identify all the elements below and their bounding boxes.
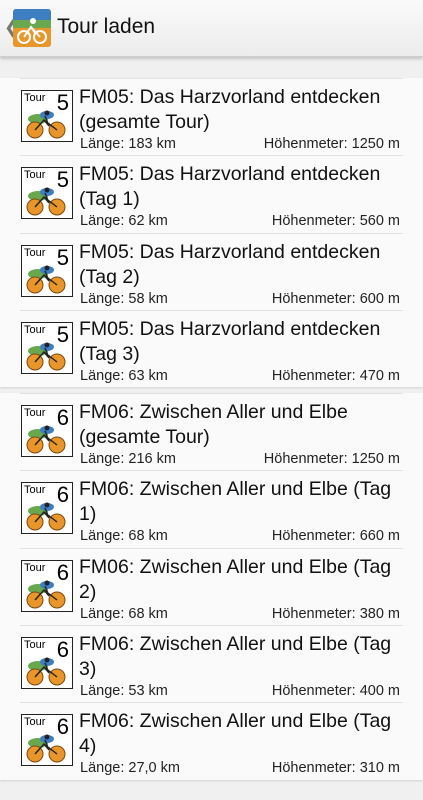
tour-badge: Tour 6: [21, 559, 73, 612]
cyclist-icon: [26, 425, 66, 454]
tour-length: Länge: 68 km: [80, 605, 168, 622]
tour-badge-label: Tour: [24, 484, 46, 497]
tour-list-item[interactable]: Tour 6 FM06: Zwischen Aller und Elbe (Tag …: [20, 625, 403, 702]
tour-badge-label: Tour: [24, 407, 46, 420]
tour-badge: Tour 5: [21, 167, 73, 220]
tour-title: FM05: Das Harzvorland entdecken (Tag 3): [79, 317, 381, 365]
tour-length: Länge: 63 km: [80, 367, 168, 384]
tour-elevation: Höhenmeter: 310 m: [271, 760, 400, 777]
tour-title: FM06: Zwischen Aller und Elbe (Tag 2): [79, 555, 392, 603]
tour-list: Tour 5 FM05: Das Harzvorland entdecken (ge…: [0, 72, 423, 786]
tour-title: FM06: Zwischen Aller und Elbe (Tag 3): [79, 633, 392, 681]
tour-badge: Tour 6: [21, 405, 73, 458]
tour-list-item[interactable]: Tour 6 FM06: Zwischen Aller und Elbe (Tag …: [20, 547, 403, 625]
tour-list-item[interactable]: Tour 5 FM05: Das Harzvorland entdecken (Ta…: [20, 155, 403, 232]
cyclist-app-icon[interactable]: [13, 9, 51, 47]
tour-elevation: Höhenmeter: 1250 m: [263, 136, 400, 152]
tour-list-item[interactable]: Tour 5 FM05: Das Harzvorland entdecken (Ta…: [20, 309, 403, 387]
tour-badge-label: Tour: [24, 716, 46, 729]
tour-badge-label: Tour: [24, 323, 46, 336]
cyclist-icon: [26, 734, 66, 763]
tour-length: Länge: 27,0 km: [80, 760, 180, 777]
tour-title: FM06: Zwischen Aller und Elbe (Tag 1): [79, 478, 392, 526]
tour-badge-label: Tour: [24, 92, 46, 104]
tour-title: FM05: Das Harzvorland entdecken (Tag 2): [79, 240, 381, 288]
tour-length: Länge: 53 km: [80, 683, 168, 700]
tour-list-item[interactable]: Tour 5 FM05: Das Harzvorland entdecken (Ta…: [20, 232, 403, 310]
cyclist-icon: [26, 110, 66, 139]
cyclist-icon: [26, 657, 66, 686]
page-title: Tour laden: [57, 15, 156, 38]
tour-elevation: Höhenmeter: 1250 m: [263, 451, 400, 468]
cyclist-icon: [26, 580, 66, 609]
tour-length: Länge: 183 km: [80, 136, 176, 152]
tour-badge: Tour 5: [21, 90, 73, 142]
tour-badge-label: Tour: [24, 169, 46, 182]
tour-list-item[interactable]: Tour 6 FM06: Zwischen Aller und Elbe (Tag …: [20, 470, 403, 547]
tour-badge: Tour 6: [21, 714, 73, 767]
tour-group: Tour 5 FM05: Das Harzvorland entdecken (ge…: [0, 78, 423, 388]
tour-elevation: Höhenmeter: 660 m: [271, 528, 400, 545]
tour-list-item[interactable]: Tour 6 FM06: Zwischen Aller und Elbe (Tag …: [20, 702, 403, 779]
tour-badge-label: Tour: [24, 561, 46, 574]
tour-length: Länge: 216 km: [80, 451, 176, 468]
tour-group: Tour 6 FM06: Zwischen Aller und Elbe (gesa…: [0, 393, 423, 780]
tour-badge: Tour 6: [21, 637, 73, 690]
cyclist-icon: [26, 265, 66, 294]
tour-elevation: Höhenmeter: 400 m: [271, 683, 400, 700]
tour-title: FM05: Das Harzvorland entdecken (gesamte…: [79, 86, 381, 133]
action-bar: ❮ Tour laden: [0, 0, 423, 57]
cyclist-icon: [26, 502, 66, 531]
tour-badge-label: Tour: [24, 246, 46, 259]
tour-badge: Tour 6: [21, 482, 73, 535]
tour-list-item[interactable]: Tour 6 FM06: Zwischen Aller und Elbe (gesa…: [20, 393, 403, 470]
cyclist-icon: [26, 187, 66, 216]
tour-length: Länge: 68 km: [80, 528, 168, 545]
tour-elevation: Höhenmeter: 600 m: [271, 290, 400, 307]
tour-length: Länge: 58 km: [80, 290, 168, 307]
tour-elevation: Höhenmeter: 560 m: [271, 213, 400, 230]
tour-elevation: Höhenmeter: 380 m: [271, 605, 400, 622]
tour-title: FM05: Das Harzvorland entdecken (Tag 1): [79, 163, 381, 211]
tour-length: Länge: 62 km: [80, 213, 168, 230]
tour-elevation: Höhenmeter: 470 m: [271, 367, 400, 384]
tour-title: FM06: Zwischen Aller und Elbe (gesamte T…: [79, 401, 348, 449]
cyclist-icon: [26, 342, 66, 371]
tour-title: FM06: Zwischen Aller und Elbe (Tag 4): [79, 710, 392, 758]
tour-badge-label: Tour: [24, 639, 46, 652]
tour-list-item[interactable]: Tour 5 FM05: Das Harzvorland entdecken (ge…: [20, 78, 403, 155]
tour-badge: Tour 5: [21, 244, 73, 297]
tour-badge: Tour 5: [21, 321, 73, 374]
